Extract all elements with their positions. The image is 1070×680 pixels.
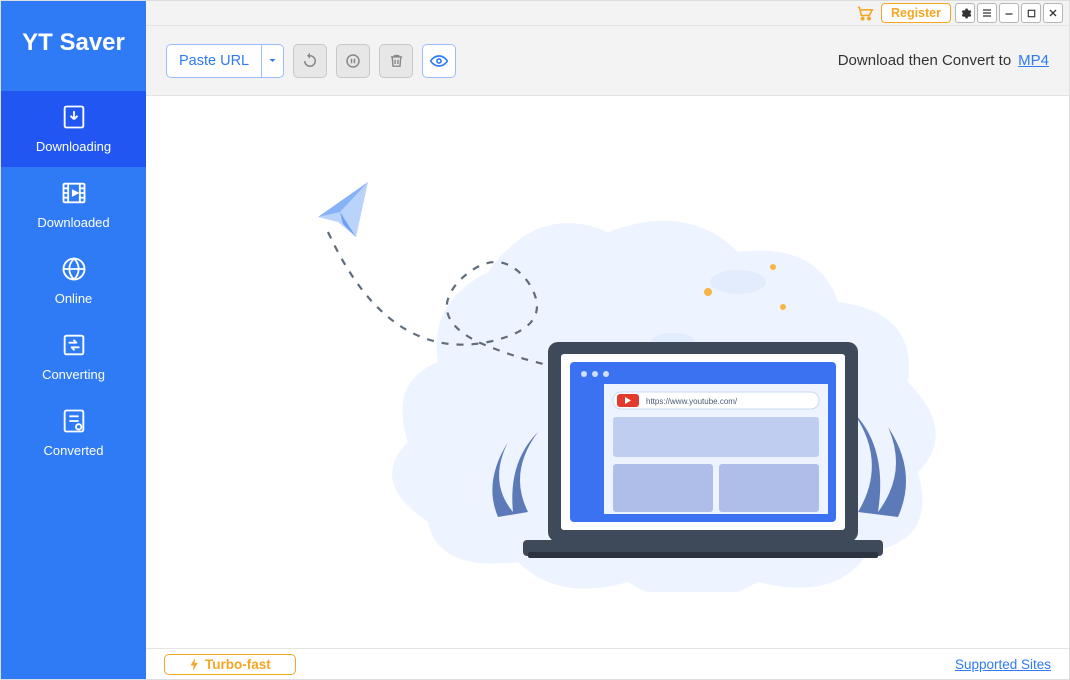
app-logo: YT Saver	[1, 1, 146, 91]
sidebar-item-online[interactable]: Online	[1, 243, 146, 319]
footer: Turbo-fast Supported Sites	[146, 648, 1069, 679]
converted-icon	[59, 406, 89, 436]
sidebar-item-label: Downloading	[36, 139, 111, 154]
turbo-label: Turbo-fast	[205, 657, 271, 672]
close-button[interactable]	[1043, 3, 1063, 23]
preview-button[interactable]	[422, 44, 456, 78]
sidebar-item-label: Converting	[42, 367, 105, 382]
sidebar-item-label: Downloaded	[37, 215, 109, 230]
film-icon	[59, 178, 89, 208]
titlebar: Register	[146, 1, 1069, 26]
convert-format-area: Download then Convert to MP4	[838, 52, 1049, 69]
empty-state-illustration: https://www.youtube.com/	[248, 152, 968, 592]
pause-button[interactable]	[336, 44, 370, 78]
format-select[interactable]: MP4	[1018, 52, 1049, 69]
settings-button[interactable]	[955, 3, 975, 23]
download-icon	[59, 102, 89, 132]
sidebar-item-converted[interactable]: Converted	[1, 395, 146, 471]
convert-icon	[59, 330, 89, 360]
turbo-fast-button[interactable]: Turbo-fast	[164, 654, 296, 675]
sidebar: YT Saver Downloading Downloaded Online C…	[1, 1, 146, 679]
content-area: https://www.youtube.com/	[146, 96, 1069, 648]
retry-button[interactable]	[293, 44, 327, 78]
sidebar-item-downloading[interactable]: Downloading	[1, 91, 146, 167]
register-button[interactable]: Register	[881, 3, 951, 23]
maximize-button[interactable]	[1021, 3, 1041, 23]
cart-icon[interactable]	[855, 5, 875, 21]
supported-sites-link[interactable]: Supported Sites	[955, 657, 1051, 672]
download-then-label: Download then Convert to	[838, 52, 1011, 69]
svg-text:https://www.youtube.com/: https://www.youtube.com/	[646, 397, 738, 406]
menu-button[interactable]	[977, 3, 997, 23]
main: Register Paste URL	[146, 1, 1069, 679]
delete-button[interactable]	[379, 44, 413, 78]
paste-url-label: Paste URL	[167, 45, 261, 77]
toolbar: Paste URL Download then Convert to MP4	[146, 26, 1069, 96]
chevron-down-icon[interactable]	[261, 45, 283, 77]
sidebar-item-converting[interactable]: Converting	[1, 319, 146, 395]
sidebar-item-label: Online	[55, 291, 93, 306]
paste-url-button[interactable]: Paste URL	[166, 44, 284, 78]
globe-icon	[59, 254, 89, 284]
sidebar-item-label: Converted	[44, 443, 104, 458]
sidebar-item-downloaded[interactable]: Downloaded	[1, 167, 146, 243]
minimize-button[interactable]	[999, 3, 1019, 23]
